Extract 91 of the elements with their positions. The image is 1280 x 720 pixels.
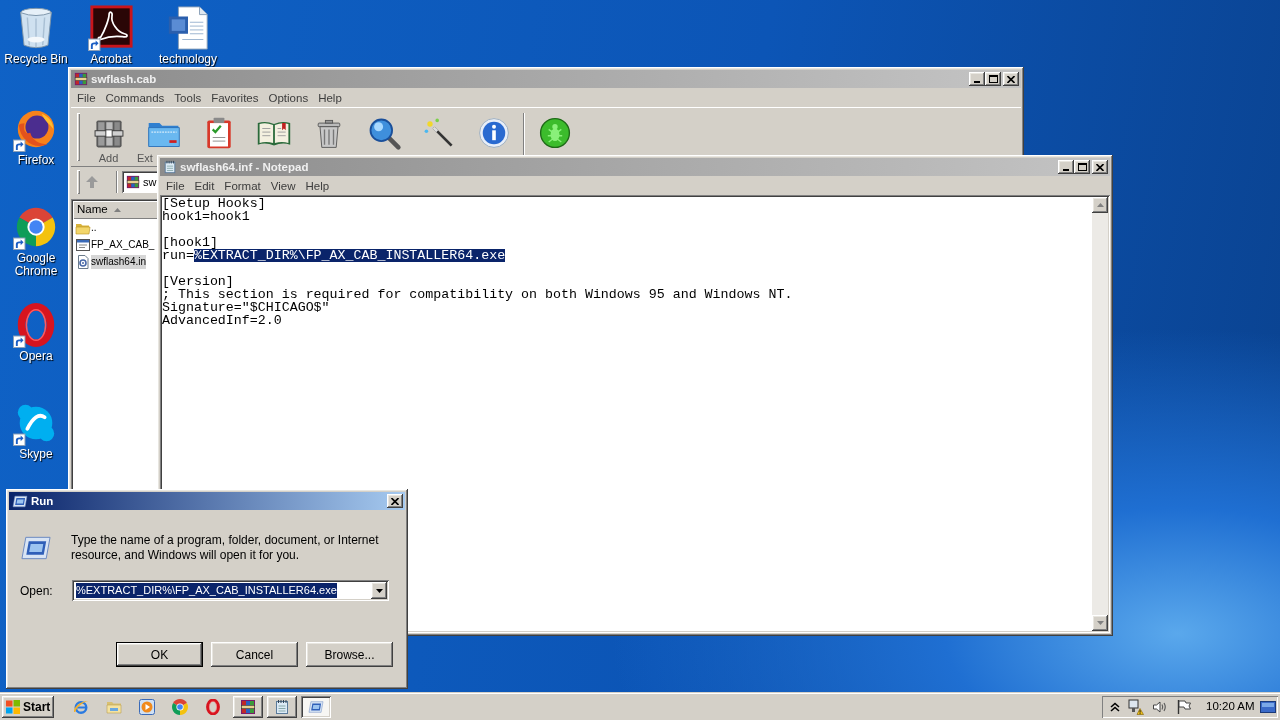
- icon-label[interactable]: Opera: [19, 350, 53, 363]
- close-button[interactable]: [387, 494, 403, 508]
- up-arrow-icon: [1096, 203, 1104, 207]
- window-icon: [12, 494, 28, 508]
- scroll-down-button[interactable]: [1092, 615, 1108, 631]
- archive-icon: [126, 175, 140, 189]
- column-header[interactable]: Name: [73, 201, 157, 219]
- media-player-icon[interactable]: [139, 699, 155, 715]
- minimize-button[interactable]: [969, 72, 985, 86]
- down-arrow-icon: [1096, 621, 1104, 625]
- windows-logo-icon: [5, 699, 21, 715]
- toolbar-label[interactable]: Add: [98, 152, 119, 165]
- maximize-button[interactable]: [1074, 160, 1090, 174]
- text-line: [Version]: [162, 275, 234, 288]
- taskbar-button[interactable]: [267, 696, 297, 718]
- text-line: ; This section is required for compatibility on both Windows 95 and Windows NT.: [162, 288, 793, 301]
- close-icon: [1096, 163, 1104, 171]
- minimize-icon: [1063, 169, 1069, 171]
- text-line: [hook1]: [162, 236, 218, 249]
- pdf-icon[interactable]: [88, 5, 134, 51]
- icon-label[interactable]: Google Chrome: [2, 252, 70, 278]
- close-button[interactable]: [1003, 72, 1019, 86]
- menu-item[interactable]: Help: [313, 89, 347, 106]
- open-field[interactable]: %EXTRACT_DIR%\FP_AX_CAB_INSTALLER64.exe: [72, 580, 389, 601]
- taskbar-button[interactable]: [301, 696, 331, 718]
- menu-item[interactable]: Favorites: [206, 89, 264, 106]
- scroll-up-button[interactable]: [1092, 197, 1108, 213]
- speaker-icon[interactable]: [1152, 699, 1168, 715]
- notepad-icon: [274, 699, 290, 715]
- menu-item[interactable]: View: [265, 177, 301, 194]
- caret-icon: [375, 588, 383, 593]
- maximize-icon: [1077, 163, 1087, 171]
- icon-label[interactable]: Acrobat: [90, 53, 132, 66]
- maximize-icon: [988, 75, 998, 83]
- sort-arrow-icon: [113, 208, 121, 212]
- dialog-button[interactable]: OK: [116, 642, 203, 667]
- chrome-icon[interactable]: [172, 699, 188, 715]
- text-line: AdvancedInf=2.0: [162, 314, 282, 327]
- minimize-button[interactable]: [1058, 160, 1074, 174]
- file-name[interactable]: swflash64.in: [91, 254, 147, 269]
- flag-icon[interactable]: [1176, 699, 1192, 715]
- maximize-button[interactable]: [985, 72, 1001, 86]
- network-warning-icon[interactable]: [1128, 699, 1144, 715]
- text-line: run=: [162, 249, 194, 262]
- toolbar-label[interactable]: Ext: [137, 152, 153, 165]
- monitor-icon[interactable]: [1260, 699, 1276, 715]
- archive-icon: [74, 72, 88, 86]
- settings-file-icon: [75, 253, 91, 270]
- minimize-icon: [974, 81, 980, 83]
- taskbar-button[interactable]: [233, 696, 263, 718]
- file-name[interactable]: FP_AX_CAB_: [91, 237, 155, 252]
- window-icon: [308, 699, 324, 715]
- archive-icon: [240, 699, 256, 715]
- description-text: Type the name of a program, folder, document, or Internet resource, and Windows will open it for you.: [71, 533, 380, 563]
- icon-label[interactable]: Firefox: [17, 154, 55, 167]
- dialog-button[interactable]: Cancel: [211, 642, 298, 667]
- menu-item[interactable]: Edit: [189, 177, 220, 194]
- close-icon: [1007, 75, 1015, 83]
- start-button[interactable]: Start: [2, 696, 54, 718]
- icon-label[interactable]: technology: [158, 53, 217, 66]
- menu-item[interactable]: File: [72, 89, 101, 106]
- notepad-icon: [163, 160, 177, 174]
- clock[interactable]: 10:20 AM: [1206, 698, 1255, 716]
- menu-item[interactable]: Format: [219, 177, 266, 194]
- close-button[interactable]: [1092, 160, 1108, 174]
- internet-explorer-icon[interactable]: [73, 699, 89, 715]
- file-name[interactable]: ..: [91, 220, 97, 235]
- chevron-up-icon[interactable]: [1110, 702, 1120, 712]
- opera-icon[interactable]: [205, 699, 221, 715]
- menu-item[interactable]: Help: [300, 177, 335, 194]
- program-icon: [75, 236, 91, 253]
- scrollbar[interactable]: [1092, 197, 1108, 631]
- text-line: Signature="$CHICAGO$": [162, 301, 330, 314]
- menu-item[interactable]: File: [161, 177, 190, 194]
- window-icon: [20, 535, 52, 561]
- icon-label[interactable]: Recycle Bin: [4, 53, 68, 66]
- menu-item[interactable]: Tools: [169, 89, 207, 106]
- menu-item[interactable]: Commands: [100, 89, 170, 106]
- dialog-button[interactable]: Browse...: [306, 642, 393, 667]
- window-title: Run: [31, 494, 54, 508]
- text-line: hook1=hook1: [162, 210, 250, 223]
- address-field[interactable]: sw: [122, 171, 157, 193]
- field-value: %EXTRACT_DIR%\FP_AX_CAB_INSTALLER64.exe: [76, 583, 337, 598]
- icon-label[interactable]: Skype: [19, 448, 53, 461]
- menu-item[interactable]: Options: [263, 89, 314, 106]
- close-icon: [391, 497, 399, 505]
- window-title: swflash64.inf - Notepad: [180, 160, 309, 174]
- window-title: swflash.cab: [91, 72, 157, 86]
- text-line: [Setup Hooks]: [162, 197, 266, 210]
- dropdown-button[interactable]: [371, 582, 387, 599]
- open-label: Open:: [20, 582, 54, 600]
